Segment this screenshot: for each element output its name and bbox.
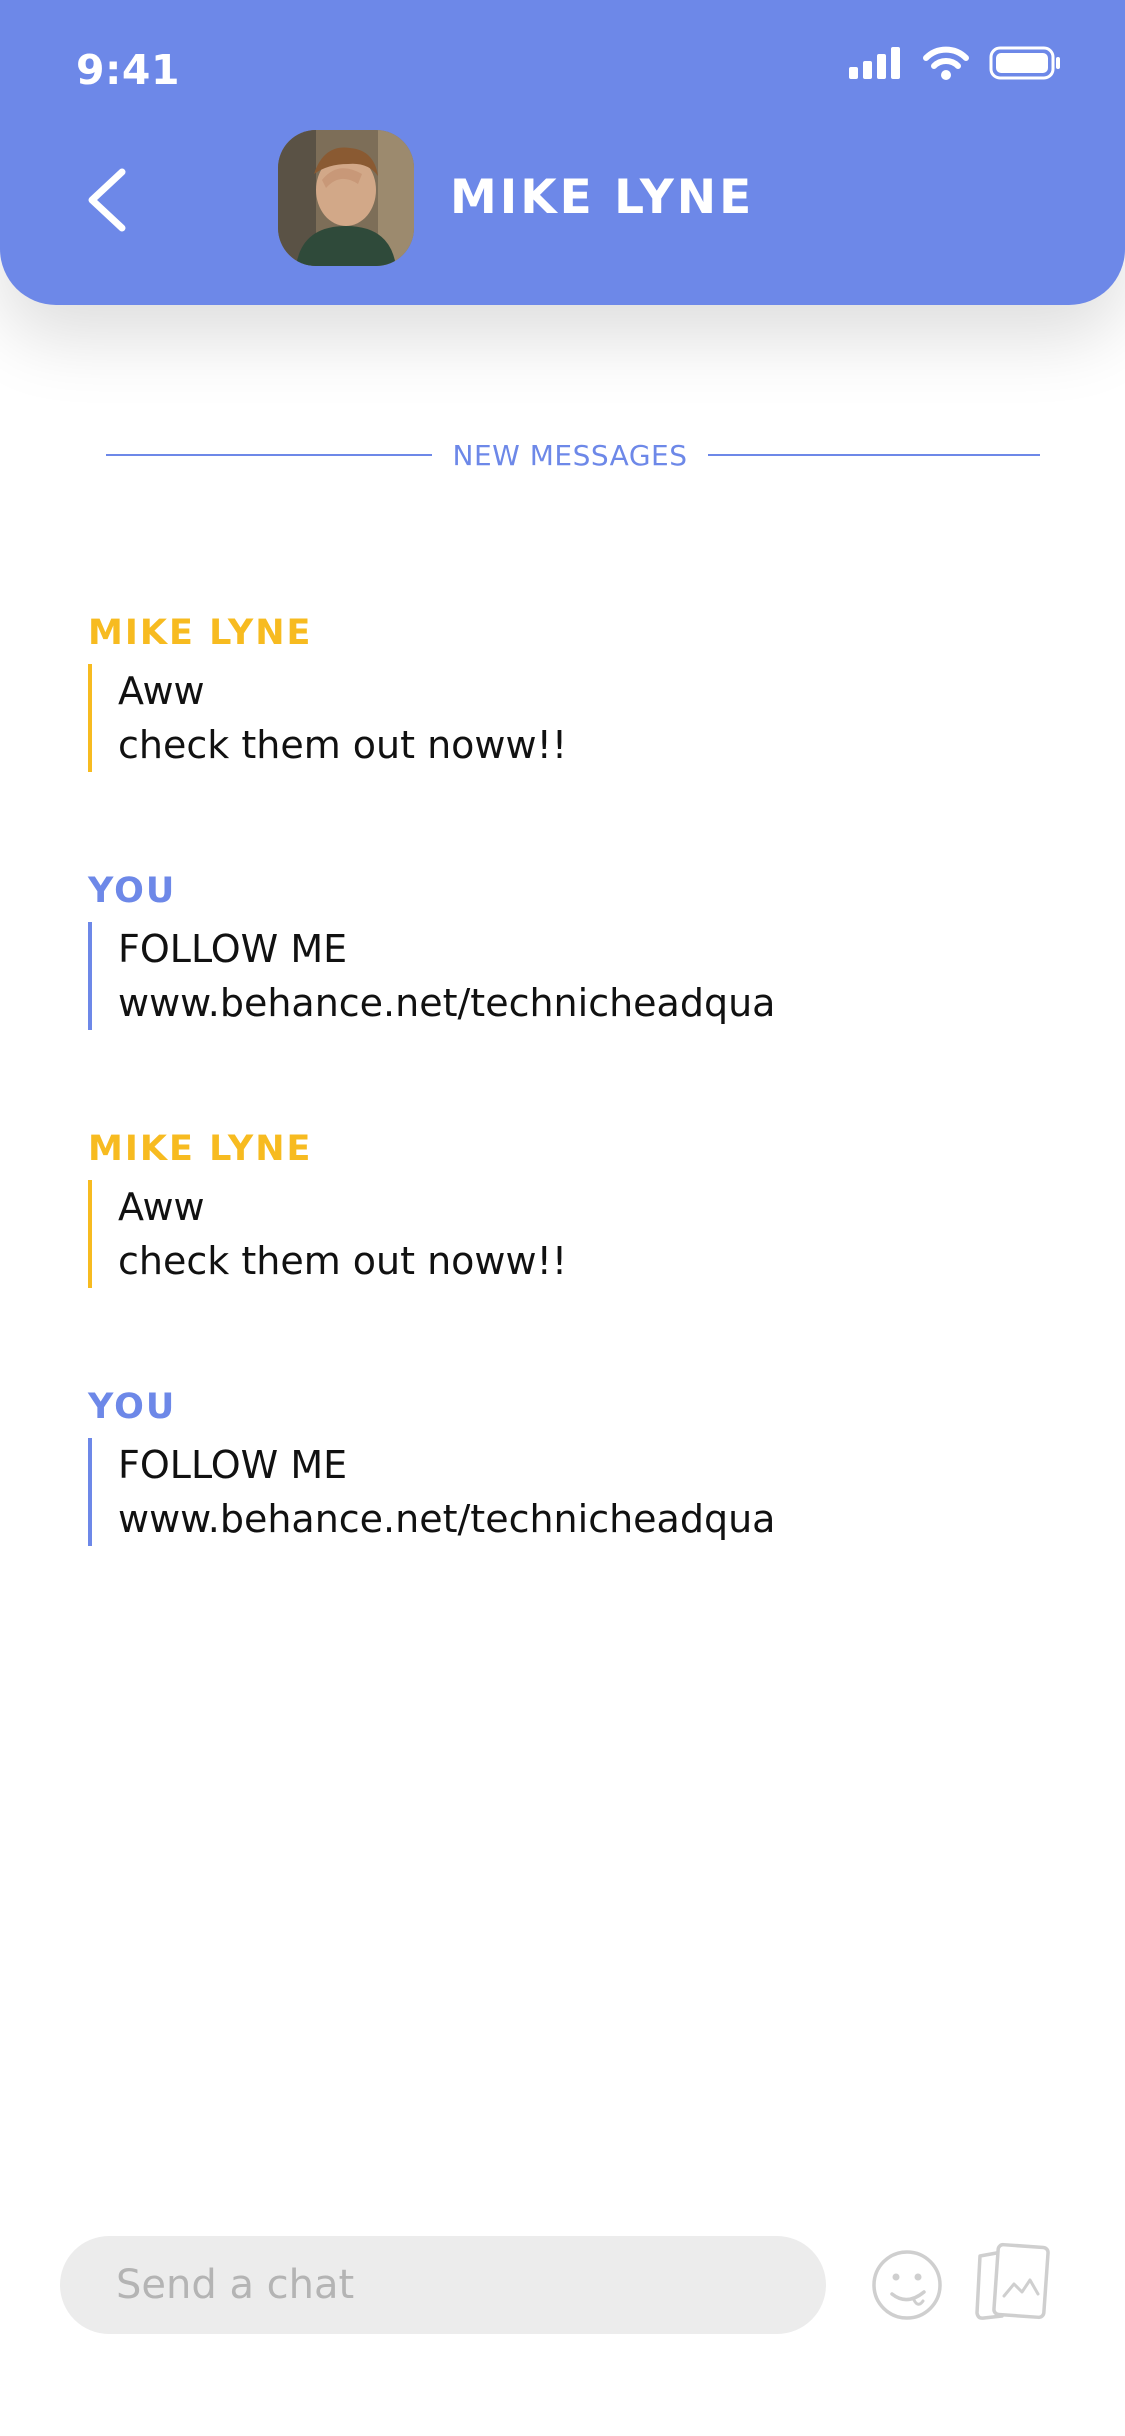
chat-input[interactable] xyxy=(60,2236,826,2334)
message-text: Aww xyxy=(118,669,205,713)
message-text: Aww xyxy=(118,1185,205,1229)
signal-icon xyxy=(849,47,903,83)
message-body: FOLLOW ME www.behance.net/technicheadqua xyxy=(88,922,1008,1030)
message-body: FOLLOW ME www.behance.net/technicheadqua xyxy=(88,1438,1008,1546)
message-item: YOU FOLLOW ME www.behance.net/technichea… xyxy=(88,870,1008,1030)
message-link[interactable]: www.behance.net/technicheadqua xyxy=(118,1492,1008,1546)
battery-icon xyxy=(989,46,1061,84)
new-messages-label: NEW MESSAGES xyxy=(452,439,688,472)
gallery-button[interactable] xyxy=(968,2238,1054,2324)
message-body: Aww check them out noww!! xyxy=(88,664,1008,772)
status-icons xyxy=(829,46,1061,84)
wifi-icon xyxy=(923,46,969,84)
message-text: FOLLOW ME xyxy=(118,1443,348,1487)
message-link[interactable]: www.behance.net/technicheadqua xyxy=(118,976,1008,1030)
emoji-icon xyxy=(872,2250,942,2320)
message-item: YOU FOLLOW ME www.behance.net/technichea… xyxy=(88,1386,1008,1546)
emoji-button[interactable] xyxy=(870,2248,944,2322)
message-text: check them out noww!! xyxy=(118,723,568,767)
divider-line-right xyxy=(708,454,1040,456)
message-body: Aww check them out noww!! xyxy=(88,1180,1008,1288)
message-text: check them out noww!! xyxy=(118,1239,568,1283)
message-sender: MIKE LYNE xyxy=(88,613,313,653)
message-item: MIKE LYNE Aww check them out noww!! xyxy=(88,612,1008,772)
chat-header: 9:41 MIKE LYNE xyxy=(0,0,1125,305)
contact-avatar[interactable] xyxy=(278,130,414,266)
chevron-left-icon xyxy=(88,168,126,232)
photo-gallery-icon xyxy=(975,2242,1050,2320)
status-time: 9:41 xyxy=(76,46,180,94)
contact-name: MIKE LYNE xyxy=(450,170,755,225)
message-sender: MIKE LYNE xyxy=(88,1129,313,1169)
message-text: FOLLOW ME xyxy=(118,927,348,971)
new-messages-divider: NEW MESSAGES xyxy=(106,436,1040,472)
message-item: MIKE LYNE Aww check them out noww!! xyxy=(88,1128,1008,1288)
back-button[interactable] xyxy=(78,160,138,240)
divider-line-left xyxy=(106,454,432,456)
message-sender: YOU xyxy=(88,871,177,911)
message-sender: YOU xyxy=(88,1387,177,1427)
